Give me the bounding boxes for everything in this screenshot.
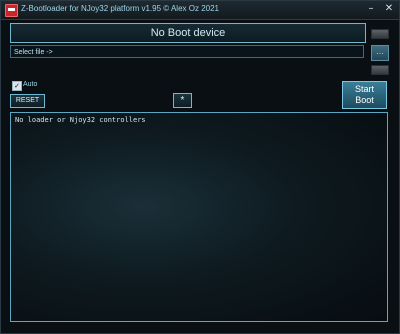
- app-icon: [5, 4, 18, 17]
- window-title: Z-Bootloader for NJoy32 platform v1.95 ©…: [21, 4, 219, 13]
- start-boot-label-line2: Boot: [355, 95, 374, 105]
- auto-checkbox[interactable]: ✓: [12, 81, 22, 91]
- title-bar[interactable]: Z-Bootloader for NJoy32 platform v1.95 ©…: [1, 1, 399, 20]
- star-button[interactable]: *: [173, 93, 192, 108]
- side-button-bottom[interactable]: [371, 65, 389, 75]
- log-output-area[interactable]: No loader or Njoy32 controllers: [10, 112, 388, 322]
- window-controls: – ✕: [365, 3, 395, 17]
- log-message: No loader or Njoy32 controllers: [15, 116, 146, 124]
- start-boot-label-line1: Start: [354, 84, 374, 94]
- side-button-top[interactable]: [371, 29, 389, 39]
- bootloader-window: Z-Bootloader for NJoy32 platform v1.95 ©…: [0, 0, 400, 334]
- auto-label: Auto: [23, 81, 38, 88]
- minimize-button[interactable]: –: [365, 3, 377, 15]
- close-button[interactable]: ✕: [383, 3, 395, 15]
- select-file-field[interactable]: Select file ->: [10, 45, 364, 58]
- device-status-bar: No Boot device: [10, 23, 366, 43]
- reset-button[interactable]: RESET: [10, 94, 45, 108]
- start-boot-button[interactable]: Start Boot: [342, 81, 387, 109]
- browse-button[interactable]: …: [371, 45, 389, 61]
